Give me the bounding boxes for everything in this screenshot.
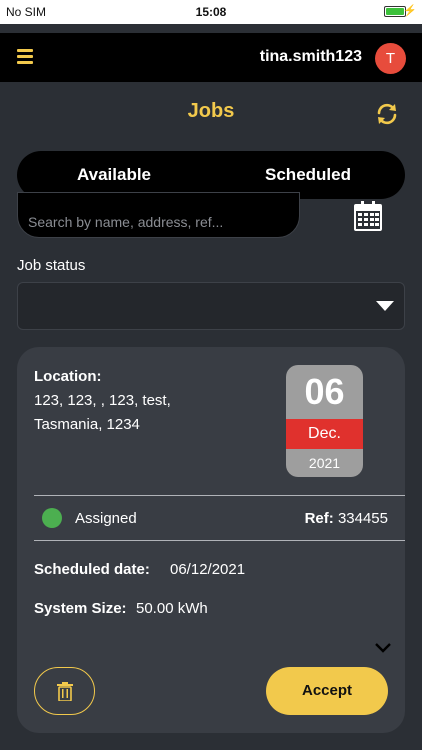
job-status-label: Job status (17, 257, 86, 274)
trash-icon (57, 682, 73, 701)
ref-info: Ref: 334455 (305, 510, 388, 527)
job-card[interactable]: Location: 123, 123, , 123, test, Tasmani… (17, 347, 405, 733)
menu-icon[interactable] (17, 49, 33, 65)
calendar-icon[interactable] (354, 201, 382, 231)
top-header: tina.smith123 T (0, 33, 422, 82)
page-title: Jobs (187, 100, 235, 122)
date-year: 2021 (308, 455, 341, 471)
chevron-down-icon[interactable] (374, 642, 392, 654)
status-text: Assigned (75, 510, 137, 527)
date-badge: 06 Dec. 2021 (286, 365, 363, 477)
avatar[interactable]: T (375, 43, 406, 74)
scheduled-date-value: 06/12/2021 (170, 561, 246, 578)
status-indicator (42, 508, 62, 528)
divider (34, 540, 405, 541)
search-input[interactable] (17, 192, 300, 238)
divider (34, 495, 405, 496)
ref-value: 334455 (337, 510, 388, 527)
scheduled-date-label: Scheduled date: (34, 561, 150, 578)
accept-button[interactable]: Accept (266, 667, 388, 715)
system-size-value: 50.00 kWh (136, 600, 208, 617)
status-bar: No SIM 15:08 ⚡ (0, 0, 422, 24)
date-day: 06 (304, 371, 345, 412)
job-status-dropdown[interactable] (17, 282, 405, 330)
dropdown-caret-icon (376, 301, 394, 311)
ref-label: Ref: (304, 510, 334, 527)
clock: 15:08 (195, 5, 227, 19)
address-line-1: 123, 123, , 123, test, (34, 392, 171, 409)
username: tina.smith123 (259, 48, 362, 65)
charging-icon: ⚡ (403, 5, 417, 17)
address-line-2: Tasmania, 1234 (34, 416, 140, 433)
delete-button[interactable] (34, 667, 95, 715)
system-size-label: System Size: (34, 600, 127, 617)
refresh-icon[interactable] (375, 102, 399, 126)
location-label: Location: (34, 368, 102, 385)
date-month: Dec. (286, 419, 363, 449)
